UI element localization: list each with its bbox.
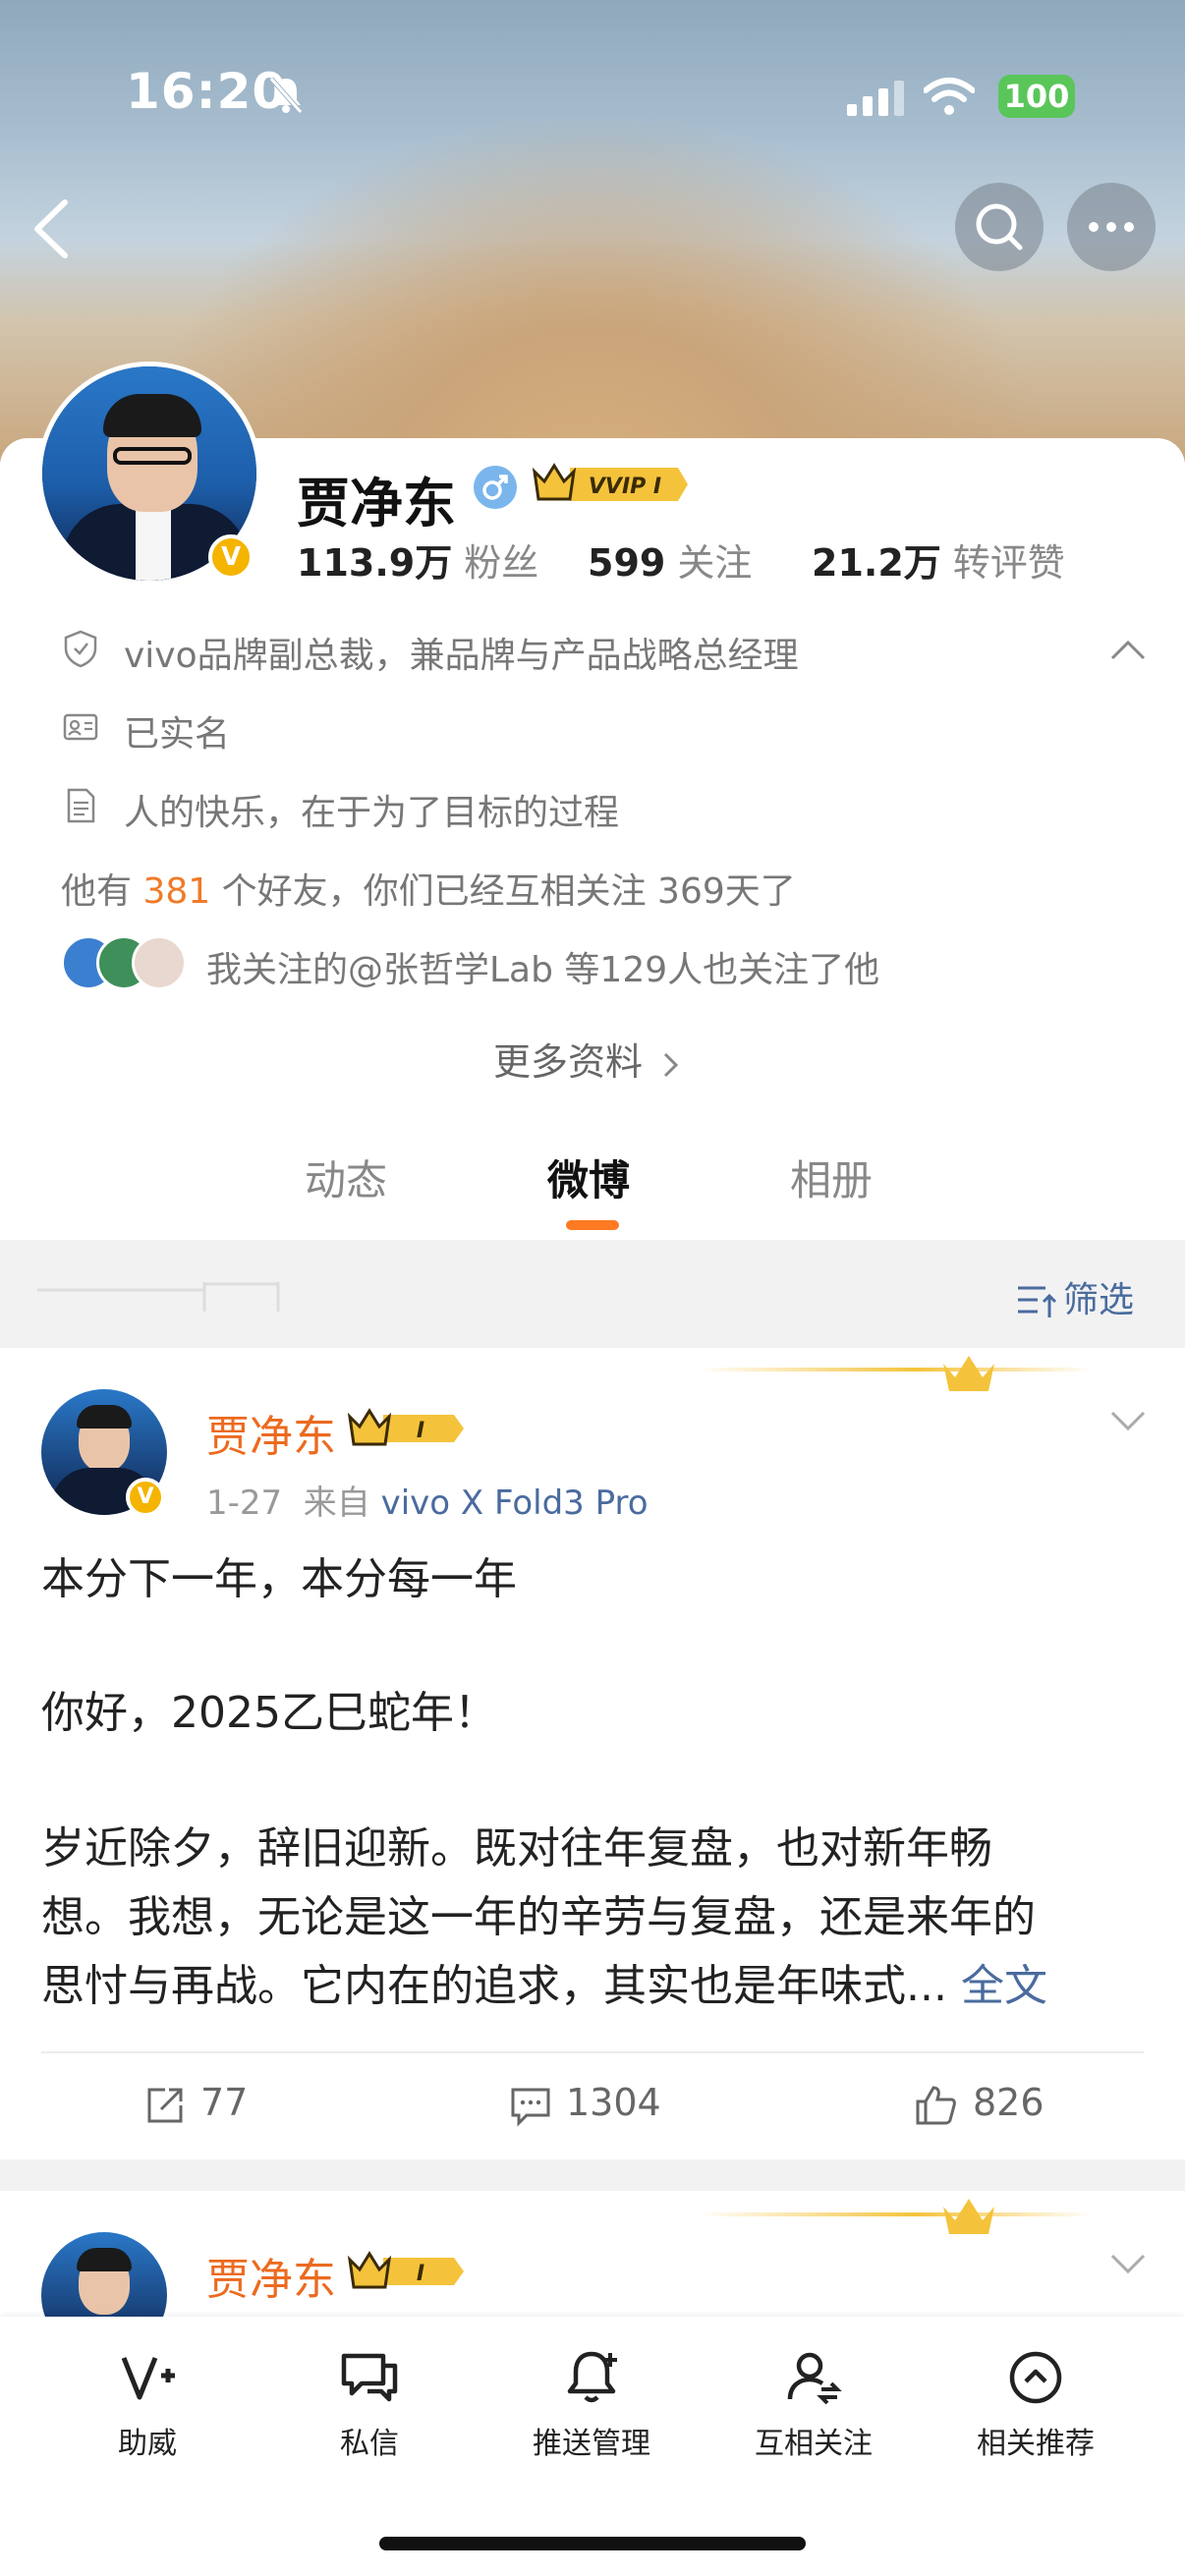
- vip-decoration-line-2: [700, 2212, 1093, 2216]
- document-icon: [67, 788, 95, 823]
- svg-text:VVIP I: VVIP I: [589, 475, 661, 499]
- bell-muted-icon: [269, 77, 303, 114]
- vvip-badge-icon[interactable]: VVIP I: [531, 462, 688, 507]
- cheer-button[interactable]: 助威: [49, 2346, 246, 2462]
- status-time: 16:20: [126, 63, 288, 120]
- post-author-2[interactable]: 贾净东: [206, 2244, 336, 2307]
- tab-weibo[interactable]: 微博: [547, 1148, 630, 1207]
- post-menu-chevron-icon[interactable]: [1108, 2252, 1148, 2277]
- tab-activity[interactable]: 动态: [305, 1148, 387, 1207]
- user-follow-icon: [787, 2352, 842, 2405]
- post-meta: 1-27 来自 vivo X Fold3 Pro: [206, 1484, 649, 1523]
- mutual-follow-button[interactable]: 互相关注: [715, 2346, 912, 2462]
- repost-button[interactable]: 77: [143, 2081, 248, 2127]
- repost-icon: [147, 2088, 183, 2122]
- bell-plus-icon: [567, 2351, 617, 2403]
- push-settings-button[interactable]: 推送管理: [493, 2346, 690, 2462]
- friends-info[interactable]: 他有 381 个好友，你们已经互相关注 369天了: [61, 863, 796, 914]
- stat-interactions[interactable]: 21.2万 转评赞: [812, 532, 1065, 587]
- message-icon: [341, 2353, 398, 2402]
- up-circle-icon: [1009, 2351, 1062, 2404]
- home-indicator[interactable]: [379, 2537, 806, 2550]
- post-separator: [0, 2159, 1185, 2191]
- crown-icon: [943, 1356, 994, 1391]
- chevron-right-icon: [664, 1052, 679, 1077]
- full-text-link[interactable]: 全文: [961, 1961, 1047, 2011]
- shield-icon: [64, 630, 97, 668]
- more-button[interactable]: [1067, 183, 1156, 271]
- verified-badge-icon: V: [208, 534, 254, 580]
- related-recommend-button[interactable]: 相关推荐: [937, 2346, 1134, 2462]
- post-line-2: 你好，2025乙巳蛇年！: [41, 1688, 497, 1738]
- male-icon: [474, 466, 517, 509]
- back-arrow-icon[interactable]: [28, 195, 77, 263]
- vip-level-badge-icon: I: [348, 2251, 464, 2289]
- stat-followers[interactable]: 113.9万 粉丝: [297, 532, 538, 587]
- post-line-3: 岁近除夕，辞旧迎新。既对往年复盘，也对新年畅: [41, 1823, 992, 1874]
- post-line-1: 本分下一年，本分每一年: [41, 1554, 517, 1604]
- filter-sort-icon: [1018, 1286, 1057, 1317]
- like-button[interactable]: 826: [912, 2081, 1044, 2129]
- category-pills[interactable]: [37, 1282, 283, 1312]
- mutual-avatar-3: [132, 935, 187, 990]
- post-line-4: 想。我想，无论是这一年的辛劳与复盘，还是来年的: [41, 1892, 1036, 1942]
- post-menu-chevron-icon[interactable]: [1108, 1409, 1148, 1434]
- crown-icon: [943, 2199, 994, 2234]
- post-line-5: 思忖与再战。它内在的追求，其实也是年味式... 全文: [41, 1961, 1047, 2011]
- wifi-icon: [924, 78, 975, 115]
- more-dots-icon: [1089, 222, 1134, 232]
- stat-following[interactable]: 599 关注: [588, 532, 752, 587]
- id-card-icon: [63, 713, 98, 741]
- thumbs-up-icon: [916, 2085, 956, 2124]
- profile-name: 贾净东: [297, 473, 456, 534]
- post-divider: [41, 2051, 1144, 2053]
- collapse-chevron-icon[interactable]: [1108, 637, 1148, 662]
- search-button[interactable]: [955, 183, 1044, 271]
- vip-decoration-line: [700, 1368, 1093, 1372]
- comment-icon: [511, 2088, 550, 2127]
- v-plus-icon: [121, 2357, 175, 2400]
- mutual-follow-text[interactable]: 我关注的@张哲学Lab 等129人也关注了他: [206, 941, 879, 992]
- svg-text:I: I: [417, 2262, 424, 2286]
- post-verified-badge-icon: V: [126, 1478, 165, 1517]
- search-icon: [976, 203, 1023, 251]
- comment-button[interactable]: 1304: [509, 2081, 661, 2127]
- post-author[interactable]: 贾净东: [206, 1401, 336, 1464]
- tab-album[interactable]: 相册: [790, 1148, 873, 1207]
- svg-text:I: I: [417, 1419, 424, 1443]
- battery-indicator: 100: [998, 75, 1075, 118]
- private-message-button[interactable]: 私信: [271, 2346, 468, 2462]
- signal-icon: [847, 81, 904, 116]
- vip-level-badge-icon: I: [348, 1408, 464, 1446]
- post-source-link[interactable]: vivo X Fold3 Pro: [381, 1484, 649, 1523]
- filter-button[interactable]: 筛选: [1016, 1271, 1134, 1322]
- active-tab-indicator: [566, 1220, 619, 1230]
- more-info-link[interactable]: 更多资料: [493, 1032, 682, 1086]
